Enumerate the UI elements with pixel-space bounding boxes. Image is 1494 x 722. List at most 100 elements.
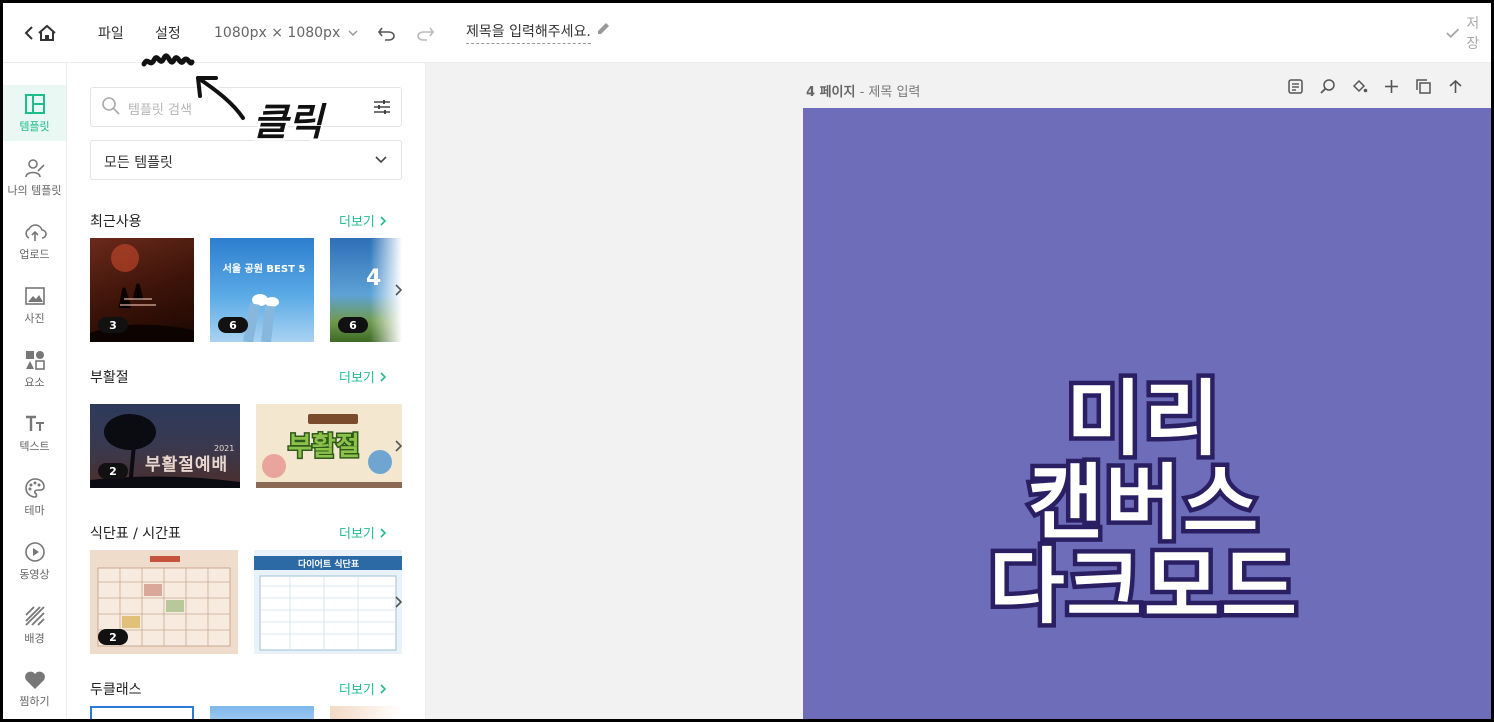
plus-icon xyxy=(1385,80,1398,93)
rail-item-theme[interactable]: 테마 xyxy=(3,469,66,525)
more-link-menu[interactable]: 더보기 xyxy=(339,523,387,542)
template-thumb-class-3[interactable] xyxy=(330,706,402,719)
document-title-field[interactable]: 제목을 입력해주세요. xyxy=(466,3,611,62)
pencil-icon xyxy=(597,22,609,34)
chevron-right-icon xyxy=(395,284,402,296)
more-label: 더보기 xyxy=(339,683,375,698)
app-window: 파일 설정 1080px × 1080px 제목을 입력해주세요. 저장 템플릿… xyxy=(3,3,1491,719)
more-label: 더보기 xyxy=(339,527,375,542)
home-icon xyxy=(24,24,56,41)
chevron-right-icon xyxy=(380,683,387,694)
save-label: 저장 xyxy=(1466,15,1480,52)
page-move-up-button[interactable] xyxy=(1446,77,1465,96)
thumb-title-easter: 부활절예배 xyxy=(145,455,229,475)
rail-label: 찜하기 xyxy=(19,694,50,708)
rail-item-my-template[interactable]: 나의 템플릿 xyxy=(3,149,66,205)
rail-item-template[interactable]: 템플릿 xyxy=(3,85,66,141)
carousel-next-recent[interactable] xyxy=(388,275,408,305)
rail-label: 텍스트 xyxy=(19,439,50,453)
template-thumb-recent-2[interactable]: 서울 공원 BEST 5 6 xyxy=(210,238,314,342)
redo-button[interactable] xyxy=(415,3,435,62)
more-label: 더보기 xyxy=(339,215,375,230)
page-count-badge: 2 xyxy=(98,463,128,479)
palette-icon xyxy=(24,477,45,498)
carousel-next-menu[interactable] xyxy=(388,587,408,617)
click-annotation-text: 클릭 xyxy=(251,98,326,147)
template-thumb-recent-1[interactable]: 3 xyxy=(90,238,194,342)
rail-label: 사진 xyxy=(24,311,45,325)
design-page[interactable]: 미리 캔버스 다크모드 xyxy=(803,108,1491,719)
canvas-line-2: 캔버스 xyxy=(1023,456,1262,551)
page-add-button[interactable] xyxy=(1382,77,1401,96)
paint-bucket-icon xyxy=(1352,79,1368,93)
chevron-right-icon xyxy=(380,371,387,382)
section-title-recent: 최근사용 xyxy=(90,214,142,230)
redo-icon xyxy=(417,27,434,41)
menu-file[interactable]: 파일 xyxy=(98,3,124,62)
background-icon xyxy=(24,605,45,626)
rail-label: 요소 xyxy=(24,375,45,389)
template-thumb-menu-2[interactable]: 다이어트 식단표 xyxy=(254,550,402,654)
page-count-badge: 3 xyxy=(98,317,128,333)
rail-item-video[interactable]: 동영상 xyxy=(3,533,66,589)
arrow-up-icon xyxy=(1449,79,1462,93)
page-toolbar xyxy=(1286,77,1465,96)
rail-item-favorite[interactable]: 찜하기 xyxy=(3,661,66,717)
memo-icon xyxy=(1288,79,1303,94)
page-memo-button[interactable] xyxy=(1286,77,1305,96)
heart-icon xyxy=(24,671,45,689)
search-icon xyxy=(102,97,120,115)
section-title-easter: 부활절 xyxy=(90,370,129,386)
photo-icon xyxy=(24,286,45,305)
rail-item-background[interactable]: 배경 xyxy=(3,597,66,653)
canvas-line-3: 다크모드 xyxy=(985,540,1302,635)
undo-button[interactable] xyxy=(377,3,397,62)
magic-wand-icon xyxy=(1320,79,1335,94)
chevron-right-icon xyxy=(395,440,402,452)
page-magic-button[interactable] xyxy=(1318,77,1337,96)
page-fill-button[interactable] xyxy=(1350,77,1369,96)
diet-table-image xyxy=(259,575,397,651)
save-button[interactable]: 저장 xyxy=(1445,3,1491,62)
template-thumb-easter-2[interactable]: 부활절 xyxy=(256,404,402,488)
thumb-year: 2021 xyxy=(214,444,235,453)
document-title-text: 제목을 입력해주세요. xyxy=(466,21,591,44)
page-count-badge: 6 xyxy=(338,317,368,333)
rail-label: 템플릿 xyxy=(19,119,50,133)
left-rail: 템플릿 나의 템플릿 업로드 사진 요소 텍스트 테마 동영상 배경 찜하기 xyxy=(3,63,67,719)
rail-label: 테마 xyxy=(24,503,45,517)
video-icon xyxy=(24,541,45,562)
page-count-badge: 2 xyxy=(98,629,128,645)
more-link-recent[interactable]: 더보기 xyxy=(339,211,387,230)
template-thumb-class-1[interactable] xyxy=(90,706,194,719)
rail-label: 동영상 xyxy=(19,567,50,581)
back-home-button[interactable] xyxy=(23,3,59,62)
more-link-class[interactable]: 더보기 xyxy=(339,679,387,698)
rail-item-elements[interactable]: 요소 xyxy=(3,341,66,397)
template-icon xyxy=(24,93,45,114)
canvas-headline[interactable]: 미리 캔버스 다크모드 xyxy=(803,373,1485,635)
page-copy-button[interactable] xyxy=(1414,77,1433,96)
template-thumb-class-2[interactable] xyxy=(210,706,314,719)
text-icon xyxy=(25,415,44,431)
check-icon xyxy=(1446,27,1460,38)
copy-icon xyxy=(1416,79,1431,94)
more-link-easter[interactable]: 더보기 xyxy=(339,367,387,386)
section-title-menu: 식단표 / 시간표 xyxy=(90,526,181,542)
cartoon-image xyxy=(256,450,402,488)
carousel-next-easter[interactable] xyxy=(388,431,408,461)
page-label[interactable]: 4 페이지 - 제목 입력 xyxy=(806,81,920,100)
undo-icon xyxy=(378,27,395,41)
page-count-badge: 6 xyxy=(218,317,248,333)
rail-item-photo[interactable]: 사진 xyxy=(3,277,66,333)
rail-item-text[interactable]: 텍스트 xyxy=(3,405,66,461)
template-thumb-easter-1[interactable]: 부활절예배 2021 2 xyxy=(90,404,240,488)
more-label: 더보기 xyxy=(339,371,375,386)
template-thumb-menu-1[interactable]: 2 xyxy=(90,550,238,654)
page-number: 4 페이지 xyxy=(806,85,856,100)
upload-icon xyxy=(24,223,47,241)
canvas-workspace: 4 페이지 - 제목 입력 미리 캔버스 다크모드 xyxy=(426,63,1491,719)
rail-label: 배경 xyxy=(24,631,45,645)
rail-item-upload[interactable]: 업로드 xyxy=(3,213,66,269)
page-title-hint: - 제목 입력 xyxy=(855,85,921,100)
